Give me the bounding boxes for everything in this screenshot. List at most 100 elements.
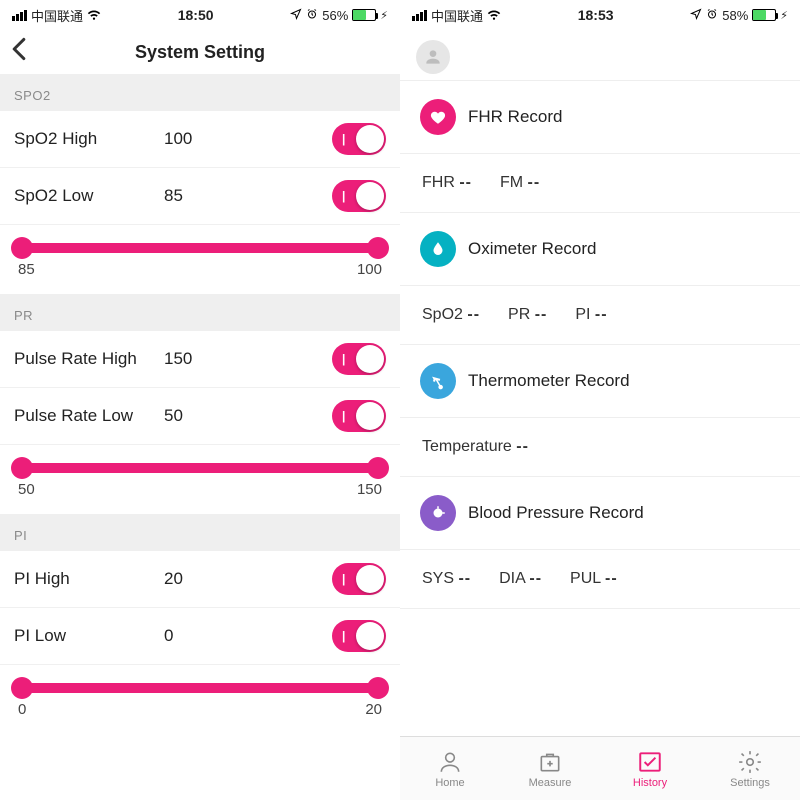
record-body: FHR -- FM --: [400, 154, 800, 213]
slider-min-label: 85: [18, 261, 35, 278]
setting-row: SpO2 Low85|: [0, 168, 400, 225]
tab-history[interactable]: History: [600, 737, 700, 800]
section-header: PI: [0, 514, 400, 551]
tab-bar: Home Measure History Settings: [400, 736, 800, 800]
avatar-icon: [416, 40, 450, 74]
setting-value: 85: [164, 186, 332, 206]
signal-icon: [412, 10, 427, 21]
setting-label: PI High: [14, 569, 164, 589]
record-field: Temperature --: [422, 438, 529, 456]
record-header[interactable]: Oximeter Record: [400, 213, 800, 286]
status-bar: 中国联通 18:53 58% ⚡︎: [400, 0, 800, 30]
setting-row: SpO2 High100|: [0, 111, 400, 168]
toggle-switch[interactable]: |: [332, 400, 386, 432]
tab-settings[interactable]: Settings: [700, 737, 800, 800]
setting-row: Pulse Rate Low50|: [0, 388, 400, 445]
record-header[interactable]: FHR Record: [400, 81, 800, 154]
setting-row: Pulse Rate High150|: [0, 331, 400, 388]
record-value: --: [605, 570, 618, 587]
record-field: FHR --: [422, 174, 472, 192]
setting-value: 100: [164, 129, 332, 149]
tab-label: Settings: [730, 777, 770, 789]
record-body: Temperature --: [400, 418, 800, 477]
wifi-icon: [487, 7, 501, 24]
battery-icon: [752, 9, 776, 21]
setting-value: 50: [164, 406, 332, 426]
clock: 18:50: [101, 7, 290, 23]
record-value: --: [467, 306, 480, 323]
setting-value: 20: [164, 569, 332, 589]
section-header: PR: [0, 294, 400, 331]
toggle-switch[interactable]: |: [332, 620, 386, 652]
battery-icon: [352, 9, 376, 21]
setting-row: PI High20|: [0, 551, 400, 608]
status-bar: 中国联通 18:50 56% ⚡︎: [0, 0, 400, 30]
record-title: Blood Pressure Record: [468, 503, 644, 523]
location-icon: [690, 8, 702, 23]
range-slider[interactable]: 85 100: [0, 225, 400, 294]
carrier-label: 中国联通: [31, 6, 83, 25]
section-header: SPO2: [0, 74, 400, 111]
setting-label: PI Low: [14, 626, 164, 646]
setting-row: PI Low0|: [0, 608, 400, 665]
record-field: SpO2 --: [422, 306, 480, 324]
battery-percent: 56%: [322, 8, 348, 23]
clock: 18:53: [501, 7, 690, 23]
record-title: FHR Record: [468, 107, 562, 127]
record-field: PI --: [575, 306, 607, 324]
toggle-switch[interactable]: |: [332, 123, 386, 155]
setting-value: 150: [164, 349, 332, 369]
setting-label: SpO2 Low: [14, 186, 164, 206]
tab-label: Measure: [529, 777, 572, 789]
tab-label: Home: [435, 777, 464, 789]
toggle-switch[interactable]: |: [332, 563, 386, 595]
record-body: SpO2 -- PR -- PI --: [400, 286, 800, 345]
alarm-icon: [706, 8, 718, 23]
page-title: System Setting: [10, 42, 390, 63]
range-slider[interactable]: 020: [0, 665, 400, 734]
slider-min-label: 50: [18, 481, 35, 498]
toggle-switch[interactable]: |: [332, 180, 386, 212]
signal-icon: [12, 10, 27, 21]
profile-header[interactable]: [400, 30, 800, 81]
record-field: FM --: [500, 174, 540, 192]
nav-header: System Setting: [0, 30, 400, 74]
location-icon: [290, 8, 302, 23]
record-value: --: [529, 570, 542, 587]
tab-home[interactable]: Home: [400, 737, 500, 800]
record-icon: [420, 231, 456, 267]
setting-label: Pulse Rate High: [14, 349, 164, 369]
record-header[interactable]: Thermometer Record: [400, 345, 800, 418]
battery-percent: 58%: [722, 8, 748, 23]
record-field: SYS --: [422, 570, 471, 588]
screen-history: 中国联通 18:53 58% ⚡︎ FHR Record FHR -- FM -- O…: [400, 0, 800, 800]
setting-value: 0: [164, 626, 332, 646]
record-value: --: [595, 306, 608, 323]
screen-system-setting: 中国联通 18:50 56% ⚡︎ System Setting SPO2SpO…: [0, 0, 400, 800]
record-title: Oximeter Record: [468, 239, 596, 259]
record-icon: [420, 495, 456, 531]
range-slider[interactable]: 50 150: [0, 445, 400, 514]
slider-max-label: 100: [357, 261, 382, 278]
slider-max-label: 20: [365, 701, 382, 718]
alarm-icon: [306, 8, 318, 23]
wifi-icon: [87, 7, 101, 24]
record-header[interactable]: Blood Pressure Record: [400, 477, 800, 550]
record-icon: [420, 363, 456, 399]
charging-icon: ⚡︎: [380, 9, 388, 22]
record-value: --: [458, 570, 471, 587]
record-title: Thermometer Record: [468, 371, 630, 391]
record-value: --: [535, 306, 548, 323]
slider-max-label: 150: [357, 481, 382, 498]
setting-label: SpO2 High: [14, 129, 164, 149]
tab-measure[interactable]: Measure: [500, 737, 600, 800]
toggle-switch[interactable]: |: [332, 343, 386, 375]
carrier-label: 中国联通: [431, 6, 483, 25]
record-field: PR --: [508, 306, 547, 324]
record-value: --: [516, 438, 529, 455]
charging-icon: ⚡︎: [780, 9, 788, 22]
record-value: --: [459, 174, 472, 191]
record-body: SYS --DIA --PUL --: [400, 550, 800, 609]
record-field: DIA --: [499, 570, 542, 588]
tab-label: History: [633, 777, 667, 789]
